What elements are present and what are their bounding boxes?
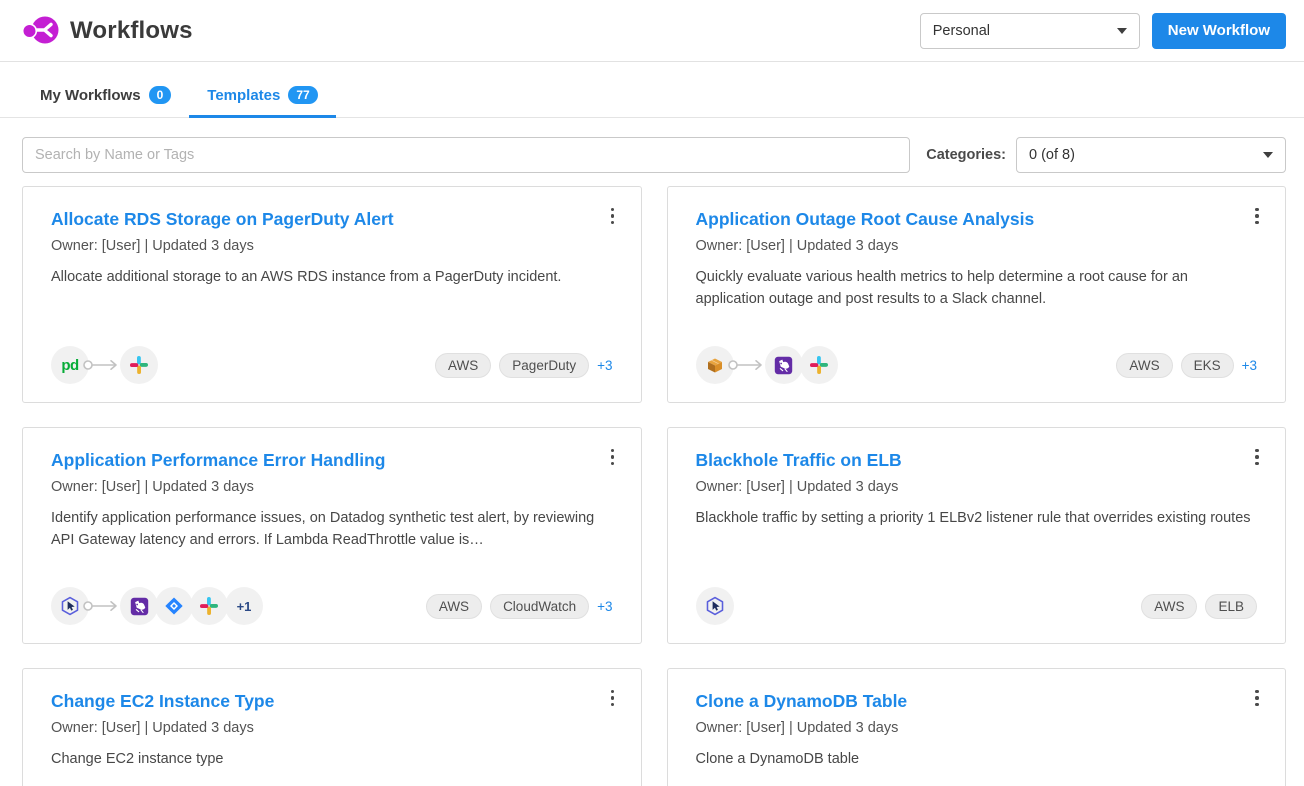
chevron-down-icon [1117,28,1127,34]
arrow-connector-icon [82,599,122,613]
tag-pill: PagerDuty [499,353,589,378]
more-tags-link[interactable]: +3 [597,599,612,614]
workflow-description: Clone a DynamoDB table [696,749,1258,771]
tag-list: AWS EKS +3 [1108,353,1257,378]
workspace-selector-value: Personal [933,23,990,39]
workflow-meta: Owner: [User] | Updated 3 days [51,720,613,736]
more-tags-link[interactable]: +3 [597,358,612,373]
integration-icon-row [696,587,734,625]
workflow-description: Allocate additional storage to an AWS RD… [51,267,613,289]
kebab-menu-icon[interactable] [1249,446,1265,468]
slack-icon [190,587,228,625]
workflow-title-link[interactable]: Application Outage Root Cause Analysis [696,209,1258,230]
kebab-menu-icon[interactable] [605,687,621,709]
workflow-title-link[interactable]: Change EC2 Instance Type [51,691,613,712]
tag-pill: AWS [1116,353,1172,378]
workflow-description: Blackhole traffic by setting a priority … [696,508,1258,530]
tag-list: AWS PagerDuty +3 [427,353,612,378]
tag-list: AWS ELB [1133,594,1257,619]
workflow-description: Change EC2 instance type [51,749,613,771]
workflow-meta: Owner: [User] | Updated 3 days [696,720,1258,736]
workspace-selector[interactable]: Personal [920,13,1140,49]
jira-icon [155,587,193,625]
tag-pill: AWS [1141,594,1197,619]
app-header: Workflows Personal New Workflow [0,0,1304,62]
categories-selector-value: 0 (of 8) [1029,147,1075,163]
page-title: Workflows [70,17,193,45]
kebab-menu-icon[interactable] [1249,687,1265,709]
tab-my-workflows-count-badge: 0 [149,86,172,104]
more-tags-link[interactable]: +3 [1242,358,1257,373]
workflow-card[interactable]: Clone a DynamoDB Table Owner: [User] | U… [667,668,1287,786]
tab-my-workflows-label: My Workflows [40,87,141,104]
workflow-card[interactable]: Application Outage Root Cause Analysis O… [667,186,1287,403]
workflow-card[interactable]: Allocate RDS Storage on PagerDuty Alert … [22,186,642,403]
overflow-icon-count: +1 [225,587,263,625]
tab-templates-count-badge: 77 [288,86,317,104]
datadog-icon [765,346,803,384]
card-footer: AWS EKS +3 [696,346,1258,384]
tab-templates[interactable]: Templates 77 [189,78,335,117]
workflow-description: Quickly evaluate various health metrics … [696,267,1258,311]
tag-pill: EKS [1181,353,1234,378]
tag-pill: AWS [426,594,482,619]
kebab-menu-icon[interactable] [1249,205,1265,227]
slack-icon [120,346,158,384]
workflow-card[interactable]: Change EC2 Instance Type Owner: [User] |… [22,668,642,786]
categories-label: Categories: [926,147,1006,163]
integration-icon-row [696,346,838,384]
tab-templates-label: Templates [207,87,280,104]
arrow-connector-icon [82,358,122,372]
tab-bar: My Workflows 0 Templates 77 [0,78,1304,118]
workflow-card[interactable]: Application Performance Error Handling O… [22,427,642,644]
workflow-title-link[interactable]: Clone a DynamoDB Table [696,691,1258,712]
kebab-menu-icon[interactable] [605,446,621,468]
integration-icon-row: pd [51,346,158,384]
workflow-title-link[interactable]: Application Performance Error Handling [51,450,613,471]
categories-selector[interactable]: 0 (of 8) [1016,137,1286,173]
tag-pill: CloudWatch [490,594,589,619]
app-logo-icon [22,13,60,49]
filter-bar: Categories: 0 (of 8) [22,137,1286,173]
kebab-menu-icon[interactable] [605,205,621,227]
new-workflow-button[interactable]: New Workflow [1152,13,1286,49]
tag-pill: AWS [435,353,491,378]
card-footer: +1 AWS CloudWatch +3 [51,587,613,625]
slack-icon [800,346,838,384]
cards-grid: Allocate RDS Storage on PagerDuty Alert … [22,186,1286,786]
chevron-down-icon [1263,152,1273,158]
card-footer: AWS ELB [696,587,1258,625]
tag-list: AWS CloudWatch +3 [418,594,613,619]
workflow-description: Identify application performance issues,… [51,508,613,552]
tab-my-workflows[interactable]: My Workflows 0 [22,78,189,117]
card-footer: pd AWS PagerDuty +3 [51,346,613,384]
search-input[interactable] [22,137,910,173]
workflow-title-link[interactable]: Allocate RDS Storage on PagerDuty Alert [51,209,613,230]
datadog-icon [120,587,158,625]
workflow-meta: Owner: [User] | Updated 3 days [51,238,613,254]
workflow-meta: Owner: [User] | Updated 3 days [696,238,1258,254]
workflow-meta: Owner: [User] | Updated 3 days [51,479,613,495]
workflow-title-link[interactable]: Blackhole Traffic on ELB [696,450,1258,471]
integration-icon-row: +1 [51,587,263,625]
tag-pill: ELB [1205,594,1257,619]
workflow-meta: Owner: [User] | Updated 3 days [696,479,1258,495]
manual-icon [696,587,734,625]
workflow-card[interactable]: Blackhole Traffic on ELB Owner: [User] |… [667,427,1287,644]
arrow-connector-icon [727,358,767,372]
